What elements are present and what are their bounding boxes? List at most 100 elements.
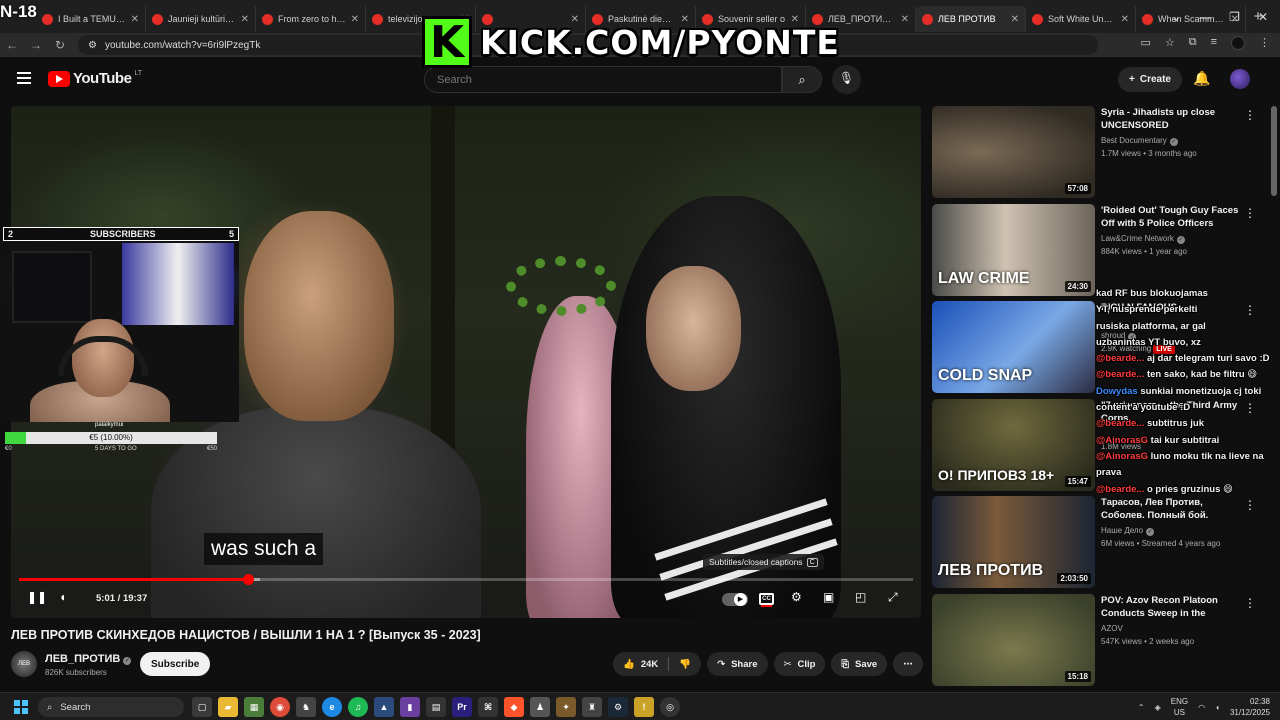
recommendation-title: Syria - Jihadists up close UNCENSORED	[1101, 107, 1216, 131]
tab-close-icon[interactable]: ✕	[131, 14, 139, 25]
clip-button[interactable]: ✂ Clip	[773, 652, 826, 676]
cast-icon[interactable]: ▭	[1140, 36, 1150, 50]
recommendation-views: 884K views • 1 year ago	[1101, 246, 1187, 256]
dislike-button[interactable]: 👎	[669, 652, 701, 676]
tray-app-icon[interactable]: ◈	[1155, 703, 1161, 712]
extensions-icon[interactable]: ⧉	[1189, 36, 1197, 50]
recommendation-thumbnail[interactable]: COLD SNAP	[932, 301, 1095, 393]
file-explorer-icon[interactable]: ▰	[218, 697, 238, 717]
fullscreen-icon[interactable]: ⤢	[888, 590, 898, 605]
recommendation-item[interactable]: 15:18 POV: Azov Recon Platoon Conducts Sw…	[932, 593, 1270, 686]
recommendation-channel-name: Наше Дело	[1101, 526, 1144, 535]
autoplay-toggle[interactable]	[722, 593, 748, 606]
brave-icon[interactable]: ◆	[504, 697, 524, 717]
recommendation-item[interactable]: LAW CRIME 24:30 'Roided Out' Tough Guy Fac…	[932, 203, 1270, 296]
task-view-icon[interactable]: ▢	[192, 697, 212, 717]
back-icon[interactable]: ←	[0, 38, 24, 52]
recommendation-thumbnail[interactable]: О! ПРИПОВЗ 18+ 15:47	[932, 398, 1095, 491]
recommendation-item[interactable]: ЛЕВ ПРОТИВ 2:03:50 Тарасов, Лев Против, Со…	[932, 496, 1270, 588]
more-vertical-icon[interactable]: ⋮	[1244, 206, 1256, 220]
app-icon[interactable]: ♞	[296, 697, 316, 717]
video-duration: 2:03:50	[1057, 573, 1091, 584]
browser-tab[interactable]: ЛЕВ ПРОТИВ ✕	[916, 6, 1026, 32]
premiere-icon[interactable]: Pr	[452, 697, 472, 717]
recommendation-thumbnail[interactable]: ЛЕВ ПРОТИВ 2:03:50	[932, 496, 1095, 588]
notifications-bell-icon[interactable]: 🔔	[1193, 70, 1210, 87]
clock[interactable]: 02:38 31/12/2025	[1230, 696, 1270, 718]
browser-tab[interactable]: Soft White Under ✕	[1026, 6, 1136, 32]
seek-bar[interactable]	[19, 574, 913, 585]
app-icon[interactable]: ▮	[400, 697, 420, 717]
settings-gear-icon[interactable]: ⚙	[791, 590, 802, 604]
app-icon[interactable]: ▦	[244, 697, 264, 717]
minimize-icon[interactable]: —	[1199, 10, 1211, 24]
spotify-icon[interactable]: ♫	[348, 697, 368, 717]
profile-avatar[interactable]	[1231, 36, 1245, 50]
kick-overlay: K KICK.COM/PYONTE	[422, 12, 840, 72]
browser-tab[interactable]: I Built a TEMU Onl ✕	[36, 6, 146, 32]
subtitles-cc-icon[interactable]: CC	[759, 593, 774, 607]
steam-icon[interactable]: ⚙	[608, 697, 628, 717]
windows-start-icon[interactable]	[14, 700, 28, 714]
recommendation-thumbnail[interactable]: 57:08	[932, 106, 1095, 198]
account-avatar[interactable]	[1230, 69, 1250, 89]
browser-tab[interactable]: From zero to hero ✕	[256, 6, 366, 32]
wifi-icon[interactable]: ◠	[1198, 703, 1205, 712]
volume-icon[interactable]: ◖	[59, 590, 66, 604]
app-icon[interactable]: ▲	[374, 697, 394, 717]
region-code: US	[1173, 708, 1186, 717]
more-vertical-icon[interactable]: ⋮	[1244, 498, 1256, 512]
more-vertical-icon[interactable]: ⋮	[1244, 596, 1256, 610]
app-icon[interactable]: ♜	[582, 697, 602, 717]
video-scene-man-left-head	[244, 211, 394, 421]
forward-icon[interactable]: →	[24, 38, 48, 52]
miniplayer-icon[interactable]: ▣	[823, 590, 834, 604]
speaker-icon[interactable]: ◖	[1215, 703, 1220, 712]
recommendation-thumbnail[interactable]: LAW CRIME 24:30	[932, 203, 1095, 296]
guide-menu-icon[interactable]	[17, 72, 31, 84]
cast-tv-icon[interactable]: ◰	[855, 590, 866, 604]
seek-bar-scrubber[interactable]	[242, 574, 254, 585]
close-window-icon[interactable]: ✕	[1258, 10, 1268, 24]
create-button[interactable]: + Create	[1118, 67, 1182, 92]
more-vertical-icon[interactable]: ⋮	[1244, 108, 1256, 122]
subscribe-button[interactable]: Subscribe	[140, 652, 211, 676]
page-scrollbar[interactable]	[1271, 106, 1277, 196]
restore-icon[interactable]: ❐	[1229, 10, 1240, 24]
bookmark-star-icon[interactable]: ☆	[1165, 36, 1175, 50]
like-button[interactable]: 👍 24K	[613, 652, 668, 676]
chat-username: Dowydas	[1096, 385, 1141, 397]
browser-menu-icon[interactable]: ⋮	[1259, 36, 1270, 50]
recommendation-item[interactable]: 57:08 Syria - Jihadists up close UNCENSOR…	[932, 106, 1270, 198]
reload-icon[interactable]: ↻	[48, 38, 72, 52]
recommendation-channel-name: Best Documentary	[1101, 136, 1167, 145]
taskbar-search[interactable]: ⌕ Search	[38, 697, 184, 717]
pause-icon[interactable]: ❚❚	[27, 590, 47, 604]
tab-close-icon[interactable]: ✕	[901, 14, 909, 25]
app-icon[interactable]: ⌘	[478, 697, 498, 717]
obs-icon[interactable]: ◎	[660, 697, 680, 717]
tab-close-icon[interactable]: ✕	[1011, 14, 1019, 25]
share-button[interactable]: ↷ Share	[707, 652, 768, 676]
site-info-icon[interactable]: ⚙	[88, 40, 97, 51]
channel-name[interactable]: ЛЕВ_ПРОТИВ ✓	[45, 653, 132, 665]
save-button[interactable]: ⎘ Save	[831, 652, 888, 676]
more-actions-button[interactable]: ⋯	[893, 652, 923, 676]
channel-avatar[interactable]: ЛЕВ	[11, 651, 37, 677]
recommendation-thumbnail[interactable]: 15:18	[932, 593, 1095, 686]
youtube-logo[interactable]: YouTube LT	[48, 70, 142, 87]
browser-tab[interactable]: Jaunieji kultūrizm ✕	[146, 6, 256, 32]
tab-close-icon[interactable]: ✕	[241, 14, 249, 25]
tab-close-icon[interactable]: ✕	[1121, 14, 1129, 25]
chrome-icon[interactable]: ◉	[270, 697, 290, 717]
media-control-icon[interactable]: ≡	[1211, 36, 1217, 50]
tab-close-icon[interactable]: ✕	[351, 14, 359, 25]
tab-search-icon[interactable]: ⌄	[1171, 10, 1181, 24]
tray-overflow-icon[interactable]: ⌃	[1138, 703, 1145, 712]
app-icon[interactable]: !	[634, 697, 654, 717]
app-icon[interactable]: ✦	[556, 697, 576, 717]
input-language[interactable]: ENG US	[1171, 696, 1188, 718]
app-icon[interactable]: ▤	[426, 697, 446, 717]
edge-icon[interactable]: e	[322, 697, 342, 717]
app-icon[interactable]: ♟	[530, 697, 550, 717]
